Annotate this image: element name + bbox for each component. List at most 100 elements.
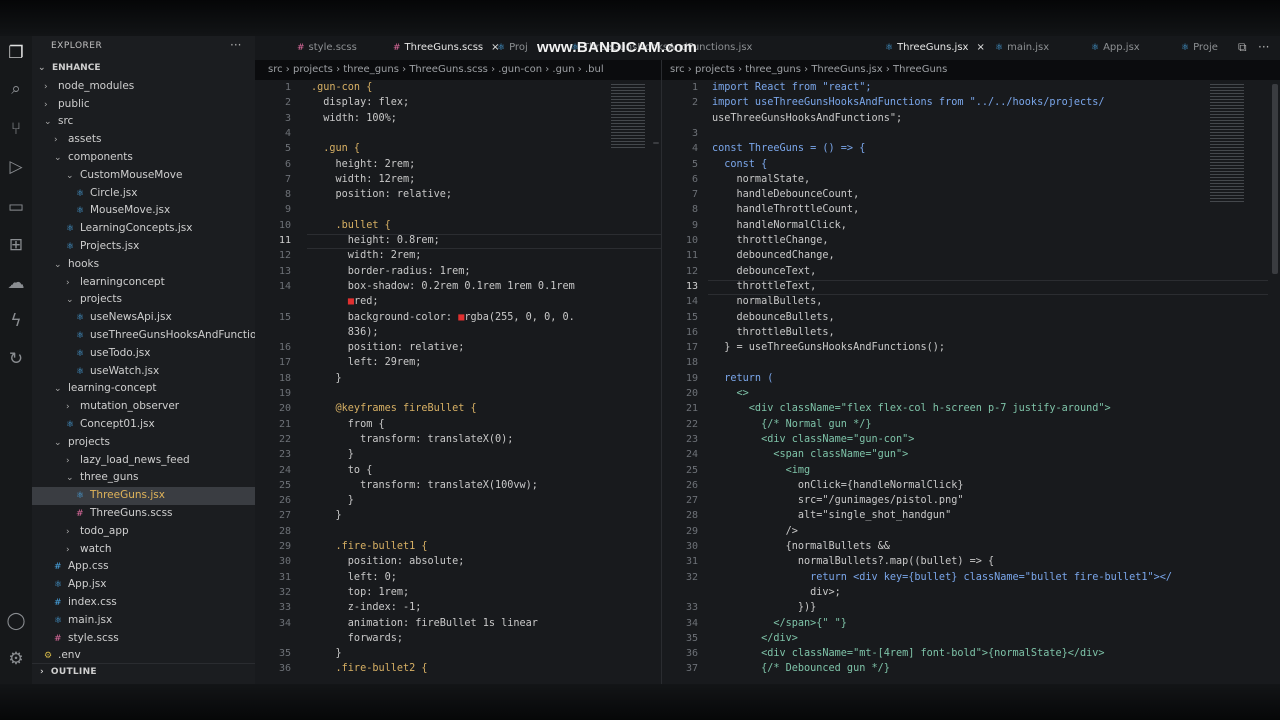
files-icon[interactable]: ❐ [5,42,27,64]
remote-explorer-icon[interactable]: ▭ [5,196,27,218]
tree-item[interactable]: ⚛ useNewsApi.jsx [32,309,255,327]
tree-item[interactable]: # App.css [32,558,255,576]
code-line[interactable]: useThreeGunsHooksAndFunctions"; [712,113,902,124]
tree-item[interactable]: › mutation_observer [32,398,255,416]
breadcrumb-item[interactable]: ThreeGuns.scss [409,64,488,75]
code-line[interactable]: left: 29rem; [311,357,422,368]
code-line[interactable]: src="/gunimages/pistol.png" [712,495,964,506]
code-line[interactable]: .gun { [311,143,360,154]
tree-item[interactable]: ⚛ useThreeGunsHooksAndFunctions.jsx [32,327,286,345]
code-line[interactable]: animation: fireBullet 1s linear [311,618,538,629]
outline-section[interactable]: › OUTLINE [32,663,255,677]
code-line[interactable]: <div className="mt-[4rem] font-bold">{no… [712,648,1104,659]
tree-item[interactable]: ⌄ projects [32,434,255,452]
breadcrumb-item[interactable]: projects [695,64,735,75]
tree-item[interactable]: ⌄ ENHANCE [32,60,255,78]
right-scrollbar[interactable] [1272,84,1278,274]
code-line[interactable]: background-color: ■rgba(255, 0, 0, 0. [311,312,575,323]
breadcrumb-item[interactable]: src [268,64,283,75]
code-line[interactable]: return <div key={bullet} className="bull… [712,572,1172,583]
code-line[interactable]: <> [712,388,749,399]
settings-gear-icon[interactable]: ⚙ [5,648,27,670]
code-line[interactable]: <span className="gun"> [712,449,908,460]
code-line[interactable]: {/* Normal gun */} [712,419,871,430]
editor-tab[interactable]: # ThreeGuns.scss × [393,36,500,60]
editor-tab[interactable]: ⚛ Proje [1181,36,1218,60]
tree-item[interactable]: ⌄ components [32,149,255,167]
breadcrumb-item[interactable]: .bul [585,64,604,75]
breadcrumb-item[interactable]: projects [293,64,333,75]
code-line[interactable]: return ( [712,373,773,384]
tree-item[interactable]: ⚛ ThreeGuns.jsx [32,487,255,505]
code-line[interactable]: } [311,510,342,521]
code-line[interactable]: debounceBullets, [712,312,835,323]
code-line[interactable]: display: flex; [311,97,409,108]
code-line[interactable]: z-index: -1; [311,602,422,613]
tree-item[interactable]: › watch [32,541,255,559]
tree-item[interactable]: ⌄ three_guns [32,469,255,487]
breadcrumb-item[interactable]: .gun [552,64,574,75]
tree-item[interactable]: ⚛ LearningConcepts.jsx [32,220,255,238]
tree-item[interactable]: ⌄ src [32,113,255,131]
breadcrumb-item[interactable]: three_guns [745,64,801,75]
tree-item[interactable]: ⚛ MouseMove.jsx [32,202,255,220]
search-icon[interactable]: ⌕ [5,78,27,100]
code-line[interactable]: from { [311,419,385,430]
tree-item[interactable]: ⌄ CustomMouseMove [32,167,255,185]
editor-tab[interactable]: # style.scss [297,36,357,60]
code-line[interactable]: transform: translateX(100vw); [311,480,538,491]
tree-item[interactable]: ⌄ projects [32,291,255,309]
tree-item[interactable]: › lazy_load_news_feed [32,452,255,470]
tree-item[interactable]: # index.css [32,594,255,612]
live-share-icon[interactable]: ↻ [5,348,27,370]
code-line[interactable]: forwards; [311,633,403,644]
code-line[interactable]: left: 0; [311,572,397,583]
thunder-icon[interactable]: ϟ [5,310,27,332]
tree-item[interactable]: ⚛ useWatch.jsx [32,363,255,381]
code-line[interactable]: handleDebounceCount, [712,189,860,200]
tree-item[interactable]: # style.scss [32,630,255,648]
tree-item[interactable]: # ThreeGuns.scss [32,505,255,523]
tree-item[interactable]: › assets [32,131,255,149]
code-line[interactable]: to { [311,465,373,476]
code-line[interactable]: box-shadow: 0.2rem 0.1rem 1rem 0.1rem [311,281,575,292]
code-line[interactable]: {normalBullets && [712,541,890,552]
code-line[interactable]: onClick={handleNormalClick} [712,480,964,491]
breadcrumb-item[interactable]: ThreeGuns [893,64,947,75]
code-line[interactable]: debouncedChange, [712,250,835,261]
code-line[interactable]: width: 2rem; [311,250,422,261]
account-icon[interactable]: ◯ [5,610,27,632]
code-line[interactable]: position: absolute; [311,556,465,567]
code-line[interactable]: div>; [712,587,841,598]
tree-item[interactable]: ⚛ main.jsx [32,612,255,630]
more-actions-icon[interactable]: ··· [230,38,241,52]
tree-item[interactable]: › node_modules [32,78,255,96]
docker-icon[interactable]: ☁ [5,272,27,294]
code-line[interactable]: const { [712,159,767,170]
tree-item[interactable]: ⌄ hooks [32,256,255,274]
code-line[interactable]: /> [712,526,798,537]
code-line[interactable]: normalBullets?.map((bullet) => { [712,556,994,567]
right-editor-pane[interactable]: 1 import React from "react"; 2 import useTh… [662,80,1280,684]
editor-tab[interactable]: ⚛ ThreeGuns.jsx × [885,36,985,60]
code-line[interactable]: alt="single_shot_handgun" [712,510,951,521]
tree-item[interactable]: ⚛ useTodo.jsx [32,345,255,363]
code-line[interactable]: handleNormalClick, [712,220,847,231]
code-line[interactable]: {/* Debounced gun */} [712,663,890,674]
code-line[interactable]: ■red; [311,296,379,307]
code-line[interactable]: handleThrottleCount, [712,204,860,215]
code-line[interactable]: 836); [311,327,379,338]
editor-tab[interactable]: ⚛ Proj [497,36,528,60]
tree-item[interactable]: ⚛ App.jsx [32,576,255,594]
more-icon[interactable]: ··· [1258,40,1269,54]
breadcrumb-item[interactable]: three_guns [343,64,399,75]
tree-item[interactable]: › learningconcept [32,274,255,292]
code-line[interactable]: </div> [712,633,798,644]
breadcrumb-item[interactable]: .gun-con [498,64,542,75]
code-line[interactable]: transform: translateX(0); [311,434,513,445]
code-line[interactable]: border-radius: 1rem; [311,266,471,277]
code-line[interactable]: <div className="flex flex-col h-screen p… [712,403,1111,414]
code-line[interactable]: .fire-bullet2 { [311,663,428,674]
left-editor-pane[interactable]: 1 .gun-con {2 display: flex; 3 width: 100%… [255,80,661,684]
code-line[interactable]: const ThreeGuns = () => { [712,143,865,154]
